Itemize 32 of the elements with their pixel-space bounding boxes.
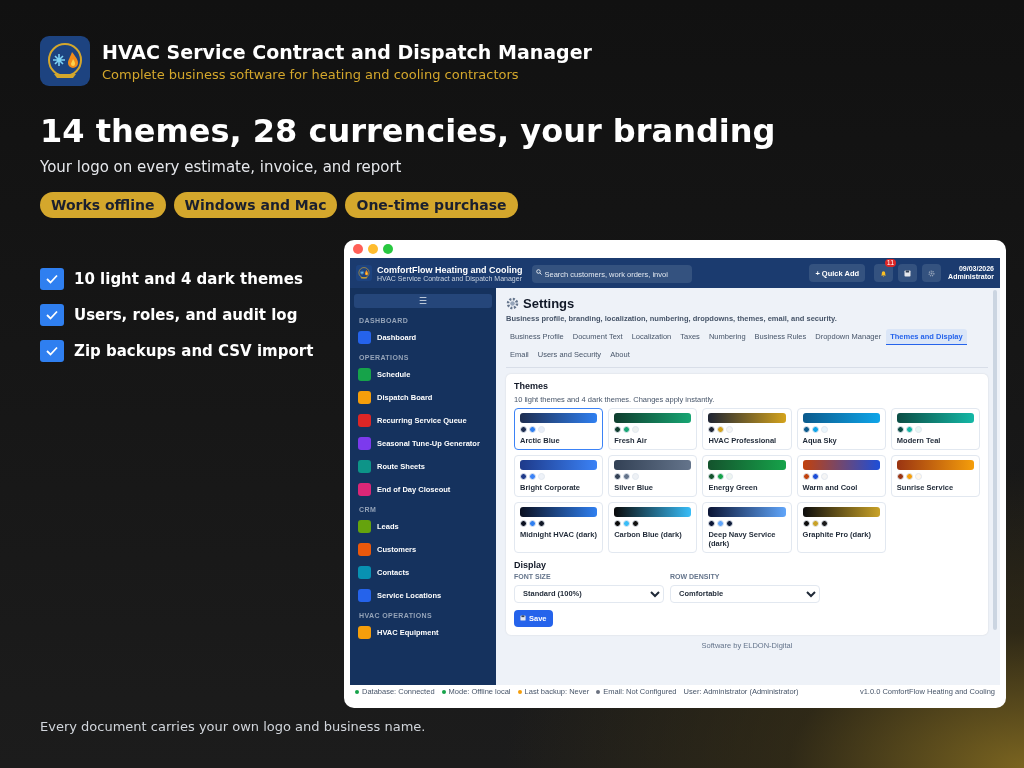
feature-pill: Works offline (40, 192, 166, 218)
notifications-button[interactable] (874, 264, 894, 282)
card-title: Themes (514, 381, 549, 391)
scrollbar[interactable] (993, 290, 997, 630)
minimize-icon[interactable] (368, 244, 378, 254)
logo-drawing (40, 36, 90, 86)
gear-icon (928, 269, 936, 277)
brand-name: ComfortFlow Heating and Cooling (377, 264, 523, 275)
product-tagline: Complete business software for heating and cooling contractors (102, 66, 520, 82)
checkmark-icon (40, 340, 64, 362)
section-title: Display (514, 560, 547, 570)
feature-text: Users, roles, and audit log (74, 305, 299, 326)
search-icon (535, 268, 542, 275)
feature-pill: One-time purchase (345, 192, 518, 218)
bell-icon (880, 269, 888, 277)
feature-text: Zip backups and CSV import (74, 341, 315, 362)
headline: 14 themes, 28 currencies, your branding (40, 112, 777, 150)
maximize-icon[interactable] (383, 244, 393, 254)
close-icon[interactable] (353, 244, 363, 254)
checkmark-icon (40, 268, 64, 290)
footer-note: Every document carries your own logo and business name. (40, 719, 427, 734)
logo-drawing (356, 265, 372, 281)
subheadline: Your logo on every estimate, invoice, and report (40, 158, 403, 176)
page-title: Settings (523, 296, 575, 311)
menu-button[interactable]: ☰ (354, 294, 492, 308)
floppy-disk-icon (520, 615, 526, 621)
gear-icon (506, 297, 519, 310)
save-button[interactable] (898, 264, 918, 282)
feature-text: 10 light and 4 dark themes (74, 269, 304, 290)
feature-pill: Windows and Mac (173, 192, 338, 218)
checkmark-icon (40, 304, 64, 326)
product-title: HVAC Service Contract and Dispatch Manager (102, 40, 592, 63)
